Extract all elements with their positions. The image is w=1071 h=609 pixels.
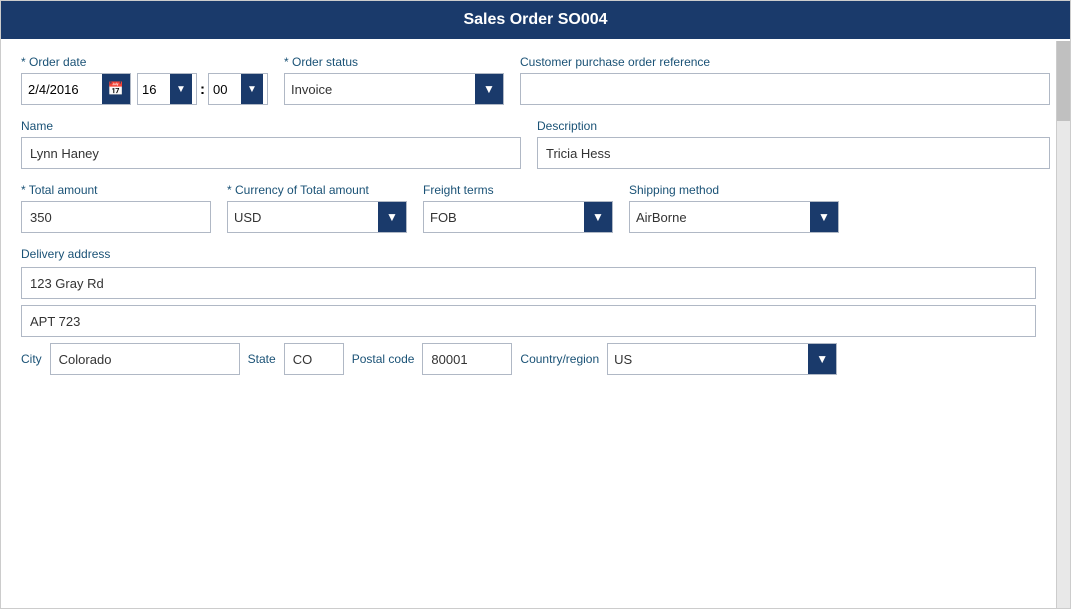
order-status-select[interactable]: Invoice Draft Confirmed Cancelled [285,74,475,104]
time-hour-wrapper: ▼ [137,73,197,105]
postal-input[interactable] [422,343,512,375]
total-amount-label: Total amount [21,183,211,197]
form-content: Order date 📅 ▼ : ▼ [1,39,1070,608]
city-label: City [21,352,42,366]
calendar-icon[interactable]: 📅 [102,74,130,104]
row-order-date-status: Order date 📅 ▼ : ▼ [21,55,1050,105]
order-date-input[interactable] [22,74,102,104]
scrollbar-thumb[interactable] [1057,41,1071,121]
order-status-group: Order status Invoice Draft Confirmed Can… [284,55,504,105]
currency-group: Currency of Total amount USD EUR GBP CAD… [227,183,407,233]
window-title: Sales Order SO004 [463,11,607,28]
description-group: Description [537,119,1050,169]
currency-label: Currency of Total amount [227,183,407,197]
country-select[interactable]: US CA GB AU DE [608,344,808,374]
order-date-label: Order date [21,55,268,69]
time-colon: : [199,81,206,98]
delivery-section-label: Delivery address [21,247,1050,261]
name-label: Name [21,119,521,133]
order-date-wrapper: 📅 [21,73,131,105]
time-minute-input[interactable] [209,74,241,104]
scrollbar[interactable] [1056,41,1070,609]
row-name-description: Name Description [21,119,1050,169]
country-label: Country/region [520,352,599,366]
order-date-group: Order date 📅 ▼ : ▼ [21,55,268,105]
freight-select-wrapper: FOB CIF EXW DDP ▼ [423,201,613,233]
time-minute-arrow[interactable]: ▼ [241,74,263,104]
total-amount-input[interactable] [21,201,211,233]
name-group: Name [21,119,521,169]
row-amounts: Total amount Currency of Total amount US… [21,183,1050,233]
city-input[interactable] [50,343,240,375]
time-minute-wrapper: ▼ [208,73,268,105]
freight-terms-label: Freight terms [423,183,613,197]
shipping-select[interactable]: AirBorne FedEx UPS DHL [630,202,810,232]
time-hour-input[interactable] [138,74,170,104]
order-status-select-wrapper: Invoice Draft Confirmed Cancelled ▼ [284,73,504,105]
sales-order-window: Sales Order SO004 Order date 📅 ▼ [0,0,1071,609]
delivery-address2-row [21,305,1050,337]
currency-select-wrapper: USD EUR GBP CAD ▼ [227,201,407,233]
time-wrapper: ▼ : ▼ [137,73,268,105]
total-amount-group: Total amount [21,183,211,233]
customer-po-input[interactable] [520,73,1050,105]
freight-arrow[interactable]: ▼ [584,202,612,232]
delivery-address1-input[interactable] [21,267,1036,299]
shipping-method-group: Shipping method AirBorne FedEx UPS DHL ▼ [629,183,839,233]
country-arrow[interactable]: ▼ [808,344,836,374]
order-status-arrow[interactable]: ▼ [475,74,503,104]
delivery-section: Delivery address City State Postal code … [21,247,1050,375]
title-bar: Sales Order SO004 [1,1,1070,39]
city-state-row: City State Postal code Country/region US… [21,343,1050,375]
time-hour-arrow[interactable]: ▼ [170,74,192,104]
delivery-address2-input[interactable] [21,305,1036,337]
freight-terms-group: Freight terms FOB CIF EXW DDP ▼ [423,183,613,233]
customer-po-group: Customer purchase order reference [520,55,1050,105]
state-input[interactable] [284,343,344,375]
shipping-method-label: Shipping method [629,183,839,197]
order-status-label: Order status [284,55,504,69]
shipping-arrow[interactable]: ▼ [810,202,838,232]
freight-select[interactable]: FOB CIF EXW DDP [424,202,584,232]
name-input[interactable] [21,137,521,169]
shipping-select-wrapper: AirBorne FedEx UPS DHL ▼ [629,201,839,233]
delivery-address1-row [21,267,1050,299]
postal-label: Postal code [352,352,415,366]
currency-select[interactable]: USD EUR GBP CAD [228,202,378,232]
country-select-wrapper: US CA GB AU DE ▼ [607,343,837,375]
currency-arrow[interactable]: ▼ [378,202,406,232]
description-label: Description [537,119,1050,133]
description-input[interactable] [537,137,1050,169]
state-label: State [248,352,276,366]
customer-po-label: Customer purchase order reference [520,55,1050,69]
